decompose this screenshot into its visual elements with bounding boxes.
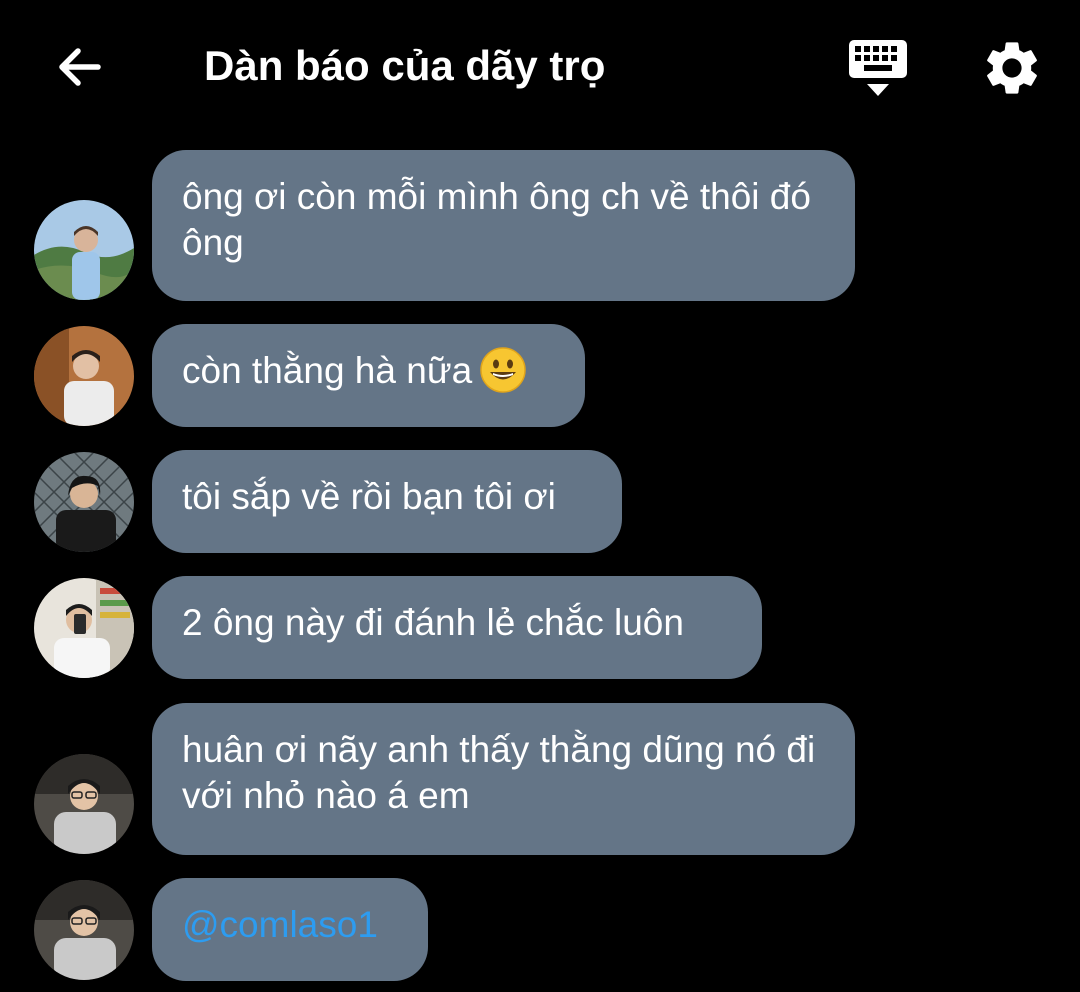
avatar-photo xyxy=(34,578,134,678)
keyboard-toggle-button[interactable] xyxy=(846,36,910,100)
avatar[interactable] xyxy=(34,200,134,300)
message-text: 2 ông này đi đánh lẻ chắc luôn xyxy=(182,602,684,643)
message-bubble: @comlaso1 xyxy=(152,878,428,981)
avatar-photo xyxy=(34,452,134,552)
avatar[interactable] xyxy=(34,326,134,426)
chat-title: Dàn báo của dãy trọ xyxy=(204,42,606,89)
keyboard-icon xyxy=(849,40,907,96)
avatar[interactable] xyxy=(34,880,134,980)
avatar-photo xyxy=(34,880,134,980)
message-text: ông ơi còn mỗi mình ông ch về thôi đó ôn… xyxy=(182,176,811,263)
message-bubble: tôi sắp về rồi bạn tôi ơi xyxy=(152,450,622,553)
avatar-photo xyxy=(34,754,134,854)
message-text: huân ơi nãy anh thấy thằng dũng nó đi vớ… xyxy=(182,729,816,816)
settings-button[interactable] xyxy=(980,36,1046,100)
message-bubble: ông ơi còn mỗi mình ông ch về thôi đó ôn… xyxy=(152,150,855,301)
avatar[interactable] xyxy=(34,452,134,552)
message-bubble: còn thằng hà nữa xyxy=(152,324,585,427)
avatar-photo xyxy=(34,326,134,426)
back-button[interactable] xyxy=(50,38,108,96)
gear-icon xyxy=(987,42,1037,94)
avatar[interactable] xyxy=(34,754,134,854)
avatar[interactable] xyxy=(34,578,134,678)
back-arrow-icon xyxy=(59,48,101,86)
avatar-photo xyxy=(34,200,134,300)
message-bubble: huân ơi nãy anh thấy thằng dũng nó đi vớ… xyxy=(152,703,855,855)
chat-header: Dàn báo của dãy trọ xyxy=(0,0,1080,130)
message-text: còn thằng hà nữa xyxy=(182,350,473,391)
mention-link[interactable]: @comlaso1 xyxy=(182,904,378,945)
message-bubble: 2 ông này đi đánh lẻ chắc luôn xyxy=(152,576,762,679)
message-text: tôi sắp về rồi bạn tôi ơi xyxy=(182,476,556,517)
grinning-face-emoji xyxy=(480,347,526,393)
